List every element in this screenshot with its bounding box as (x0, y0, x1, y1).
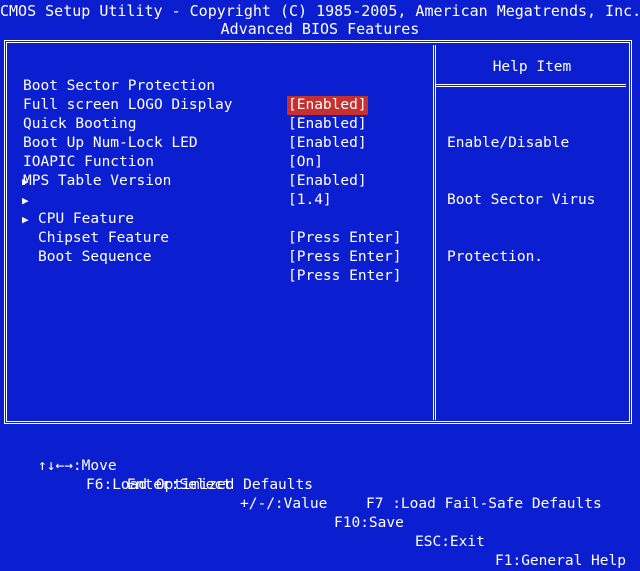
setting-value[interactable]: [Press Enter] (287, 248, 403, 267)
setting-quick-booting[interactable]: Quick Booting [Enabled] (0, 96, 432, 151)
exit-key-hint: ESC:Exit (415, 534, 485, 550)
submenu-chipset-feature[interactable]: ▶ Chipset Feature [Press Enter] (0, 191, 432, 265)
app-title: CMOS Setup Utility - Copyright (C) 1985-… (0, 2, 640, 20)
help-separator (436, 84, 626, 87)
right-triangle-icon: ▶ (22, 213, 29, 226)
load-optimized-hint: F6:Load Optimized Defaults (86, 477, 313, 493)
help-title: Help Item (492, 59, 572, 75)
help-line: Boot Sector Virus (447, 192, 596, 208)
panel-divider (433, 45, 436, 420)
save-key-hint: F10:Save (334, 515, 404, 531)
setting-boot-sector-protection[interactable]: Boot Sector Protection [Enabled] (0, 58, 432, 115)
key-legend-row-2: F6:Load Optimized Defaults F7 :Load Fail… (0, 457, 640, 514)
settings-list: Boot Sector Protection [Enabled] Full sc… (0, 58, 432, 284)
page-title: Advanced BIOS Features (220, 20, 420, 38)
setting-boot-up-num-lock-led[interactable]: Boot Up Num-Lock LED [On] (0, 115, 432, 170)
setting-label: Boot Sequence (38, 249, 152, 265)
setting-value[interactable]: [Press Enter] (287, 229, 403, 248)
submenu-boot-sequence[interactable]: ▶ Boot Sequence [Press Enter] (0, 210, 432, 284)
right-triangle-icon: ▶ (22, 175, 29, 188)
setting-label: Chipset Feature (38, 230, 169, 246)
right-triangle-icon: ▶ (22, 194, 29, 207)
setting-full-screen-logo-display[interactable]: Full screen LOGO Display [Enabled] (0, 77, 432, 132)
help-line: Enable/Disable (447, 135, 570, 151)
setting-mps-table-version[interactable]: MPS Table Version [1.4] (0, 153, 432, 208)
load-failsafe-hint: F7 :Load Fail-Safe Defaults (366, 496, 602, 512)
submenu-cpu-feature[interactable]: ▶ CPU Feature [Press Enter] (0, 172, 432, 246)
setting-value[interactable]: [Press Enter] (287, 267, 403, 286)
help-line: Protection. (447, 249, 544, 265)
help-key-hint: F1:General Help (495, 553, 626, 569)
help-text: Enable/Disable Boot Sector Virus Protect… (447, 96, 595, 286)
setting-ioapic-function[interactable]: IOAPIC Function [Enabled] (0, 134, 432, 189)
